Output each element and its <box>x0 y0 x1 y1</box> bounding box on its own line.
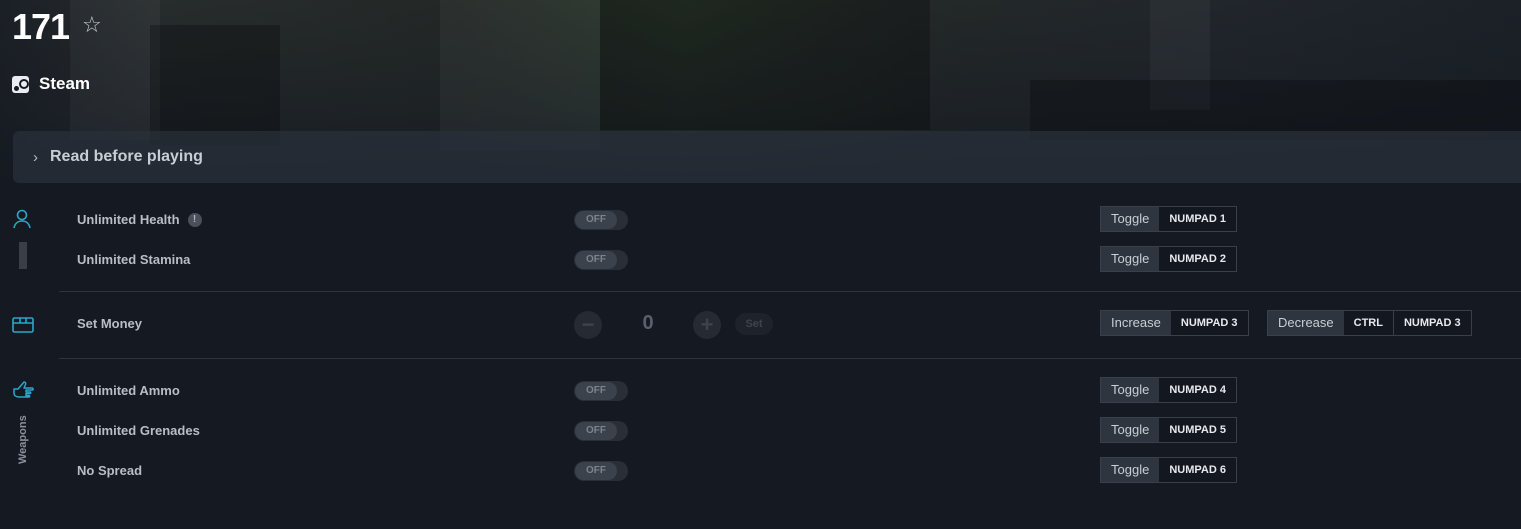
unlimited-ammo-toggle[interactable]: OFF <box>574 381 628 401</box>
unlimited-stamina-toggle[interactable]: OFF <box>574 250 628 270</box>
toggle-state: OFF <box>575 251 617 269</box>
cheat-label: Unlimited Stamina <box>77 252 191 267</box>
cheat-label: No Spread <box>77 463 143 478</box>
cheat-row-unlimited-health: Unlimited Health ! OFF Toggle NUMPAD 1 <box>0 206 1521 234</box>
hotkey-key: NUMPAD 3 <box>1392 311 1471 335</box>
cheat-row-no-spread: No Spread OFF Toggle NUMPAD 6 <box>0 457 1521 485</box>
set-button[interactable]: Set <box>735 313 773 335</box>
platform: Steam <box>12 74 90 94</box>
decrease-button[interactable]: − <box>574 311 602 339</box>
steam-icon <box>12 75 29 93</box>
hotkey-action: Toggle <box>1101 378 1160 402</box>
money-value[interactable]: 0 <box>630 312 666 335</box>
divider <box>59 358 1521 359</box>
cheat-label: Unlimited Health <box>77 212 180 227</box>
favorite-star-icon[interactable]: ☆ <box>82 12 102 38</box>
info-icon[interactable]: ! <box>187 212 202 227</box>
hotkey-modifier: CTRL <box>1353 317 1383 329</box>
hotkey-action: Toggle <box>1101 458 1160 482</box>
read-before-playing-toggle[interactable]: › Read before playing <box>13 131 1521 183</box>
hotkey-key: NUMPAD 1 <box>1169 213 1226 225</box>
cheat-row-unlimited-stamina: Unlimited Stamina OFF Toggle NUMPAD 2 <box>0 246 1521 274</box>
chevron-right-icon: › <box>33 148 38 166</box>
toggle-state: OFF <box>575 422 617 440</box>
hotkey-key: NUMPAD 3 <box>1180 317 1238 329</box>
unlimited-health-toggle[interactable]: OFF <box>574 210 628 230</box>
hotkey-increase[interactable]: Increase NUMPAD 3 <box>1100 310 1249 336</box>
hotkey-action: Toggle <box>1101 418 1160 442</box>
hotkey-key: NUMPAD 5 <box>1169 424 1226 436</box>
hotkey-action: Toggle <box>1101 207 1160 231</box>
hotkey-key: NUMPAD 6 <box>1169 464 1226 476</box>
cheat-label: Unlimited Grenades <box>77 423 200 438</box>
divider <box>59 291 1521 292</box>
cheat-row-set-money: Set Money − 0 + Set Increase NUMPAD 3 De… <box>0 310 1521 339</box>
hotkey-action: Decrease <box>1268 311 1344 335</box>
hotkey-action: Increase <box>1101 311 1171 335</box>
toggle-state: OFF <box>575 462 617 480</box>
read-before-playing-label: Read before playing <box>50 148 203 165</box>
hotkey-toggle[interactable]: Toggle NUMPAD 2 <box>1100 246 1237 272</box>
hotkey-key: NUMPAD 4 <box>1169 384 1226 396</box>
hotkey-toggle[interactable]: Toggle NUMPAD 6 <box>1100 457 1237 483</box>
hotkey-toggle[interactable]: Toggle NUMPAD 1 <box>1100 206 1237 232</box>
hotkey-action: Toggle <box>1101 247 1160 271</box>
platform-name: Steam <box>39 74 91 93</box>
increase-button[interactable]: + <box>693 311 721 339</box>
hotkey-key: NUMPAD 2 <box>1169 253 1226 265</box>
toggle-state: OFF <box>575 382 617 400</box>
cheat-row-unlimited-ammo: Unlimited Ammo OFF Toggle NUMPAD 4 <box>0 377 1521 405</box>
toggle-state: OFF <box>575 211 617 229</box>
unlimited-grenades-toggle[interactable]: OFF <box>574 421 628 441</box>
cheat-label: Unlimited Ammo <box>77 383 180 398</box>
cheat-row-unlimited-grenades: Unlimited Grenades OFF Toggle NUMPAD 5 <box>0 417 1521 445</box>
hotkey-toggle[interactable]: Toggle NUMPAD 5 <box>1100 417 1237 443</box>
cheat-label: Set Money <box>77 316 143 331</box>
hotkey-decrease[interactable]: Decrease CTRL NUMPAD 3 <box>1267 310 1472 336</box>
game-title: 171 <box>12 6 70 47</box>
no-spread-toggle[interactable]: OFF <box>574 461 628 481</box>
hotkey-toggle[interactable]: Toggle NUMPAD 4 <box>1100 377 1237 403</box>
